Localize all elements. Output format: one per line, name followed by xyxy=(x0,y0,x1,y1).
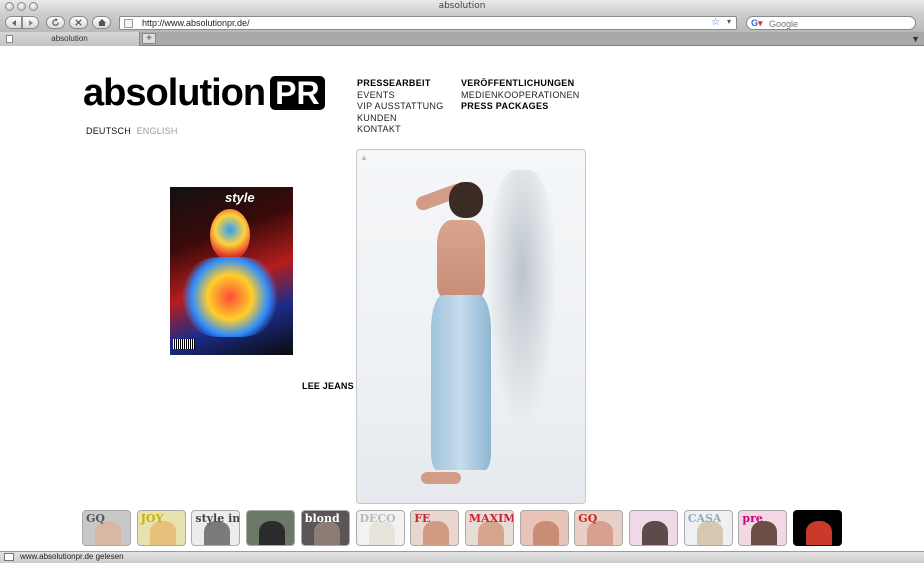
status-bar: www.absolutionpr.de gelesen xyxy=(0,551,924,563)
search-box[interactable]: G▾ xyxy=(746,16,916,30)
thumbnail-title: pre xyxy=(742,512,763,525)
nav-item-pressearbeit[interactable]: PRESSEARBEIT xyxy=(357,78,444,90)
thumbnail-title: CASA xyxy=(687,512,722,525)
logo-text: absolution xyxy=(83,72,266,114)
thumbnail-title: JOY xyxy=(140,512,164,525)
photo-shadow-graphic xyxy=(487,170,557,430)
page-icon xyxy=(124,19,133,28)
stop-icon xyxy=(75,19,82,26)
window-title: absolution xyxy=(438,1,486,11)
nav-item-press-packages[interactable]: PRESS PACKAGES xyxy=(461,101,580,113)
new-tab-button[interactable]: + xyxy=(142,33,156,44)
page-content: absolution PR DEUTSCH ENGLISH PRESSEARBE… xyxy=(0,47,924,551)
image-caption: LEE JEANS xyxy=(302,381,354,391)
thumbnail-figure xyxy=(259,521,286,545)
back-button[interactable] xyxy=(5,16,22,29)
arrow-right-icon xyxy=(28,19,33,26)
thumbnail-item[interactable] xyxy=(629,510,678,546)
thumbnail-figure xyxy=(532,521,559,545)
site-logo[interactable]: absolution PR xyxy=(83,72,325,114)
thumbnail-item[interactable]: JOY xyxy=(136,510,186,546)
thumbnail-title: MAXIM xyxy=(468,512,514,525)
nav-item-veroeffentlichungen[interactable]: VERÖFFENTLICHUNGEN xyxy=(461,78,580,90)
chevron-down-icon[interactable]: ▾ xyxy=(727,17,731,26)
thumbnail-item[interactable]: FE xyxy=(410,510,460,546)
google-icon: G▾ xyxy=(751,18,763,28)
search-input[interactable] xyxy=(769,18,909,29)
cover-pattern-graphic xyxy=(180,257,280,337)
thumbnail-item[interactable] xyxy=(793,510,843,546)
title-bar: absolution xyxy=(0,0,924,13)
nav-item-vip-ausstattung[interactable]: VIP AUSSTATTUNG xyxy=(357,101,444,113)
thumbnail-item[interactable]: style in progress xyxy=(191,510,241,546)
main-nav-right: VERÖFFENTLICHUNGEN MEDIENKOOPERATIONEN P… xyxy=(461,78,580,113)
thumbnail-item[interactable]: CASA xyxy=(683,510,733,546)
status-page-icon xyxy=(4,553,14,561)
thumbnail-item[interactable]: GQ xyxy=(574,510,624,546)
tab-bar: absolution + ▼ xyxy=(0,32,924,46)
nav-item-kunden[interactable]: KUNDEN xyxy=(357,113,444,125)
thumbnail-item[interactable]: DECO xyxy=(355,510,405,546)
nav-item-events[interactable]: EVENTS xyxy=(357,90,444,102)
tab-absolution[interactable]: absolution xyxy=(0,32,140,46)
nav-item-kontakt[interactable]: KONTAKT xyxy=(357,124,444,136)
thumbnail-item[interactable]: blond xyxy=(300,510,350,546)
thumbnail-item[interactable]: pre xyxy=(738,510,788,546)
home-button[interactable] xyxy=(92,16,111,29)
reload-button[interactable] xyxy=(46,16,65,29)
browser-toolbar: http://www.absolutionpr.de/ ☆ ▾ G▾ xyxy=(0,13,924,32)
thumbnail-title: GQ xyxy=(578,512,598,525)
thumbnail-item[interactable] xyxy=(519,510,569,546)
home-icon xyxy=(97,19,106,26)
thumbnail-item[interactable]: GQ xyxy=(82,510,131,546)
main-nav-left: PRESSEARBEIT EVENTS VIP AUSSTATTUNG KUND… xyxy=(357,78,444,136)
main-photo: ▲ xyxy=(356,149,586,504)
thumbnail-item[interactable] xyxy=(246,510,296,546)
language-german-link[interactable]: DEUTSCH xyxy=(86,126,131,136)
thumbnail-title: style in progress xyxy=(195,512,241,525)
browser-window: absolution http://www.absolutionpr.de/ ☆… xyxy=(0,0,924,563)
status-text: www.absolutionpr.de gelesen xyxy=(20,552,124,561)
thumbnail-figure xyxy=(642,521,668,545)
thumbnail-figure xyxy=(806,521,833,545)
address-bar[interactable]: http://www.absolutionpr.de/ ☆ ▾ xyxy=(119,16,737,30)
forward-button[interactable] xyxy=(22,16,39,29)
bookmark-star-icon[interactable]: ☆ xyxy=(711,17,720,28)
thumbnail-title: blond xyxy=(304,512,340,525)
photo-model-foot xyxy=(421,472,461,484)
tab-label: absolution xyxy=(51,34,88,43)
barcode-graphic xyxy=(173,339,195,349)
thumbnail-title: FE xyxy=(414,512,431,525)
tab-overflow-icon[interactable]: ▼ xyxy=(911,34,920,44)
nav-item-medienkooperationen[interactable]: MEDIENKOOPERATIONEN xyxy=(461,90,580,102)
photo-model-jeans xyxy=(431,295,491,470)
address-text[interactable]: http://www.absolutionpr.de/ xyxy=(142,18,250,28)
thumbnail-title: DECO xyxy=(359,512,396,525)
photo-corner-mark: ▲ xyxy=(360,153,368,162)
thumbnail-title: GQ xyxy=(86,512,105,525)
magazine-cover-image: style xyxy=(170,187,293,355)
stop-button[interactable] xyxy=(69,16,88,29)
photo-model-torso xyxy=(437,220,485,300)
language-english-link[interactable]: ENGLISH xyxy=(137,126,178,136)
cover-title: style xyxy=(225,190,255,205)
arrow-left-icon xyxy=(11,19,16,26)
logo-badge: PR xyxy=(270,76,325,110)
thumbnail-item[interactable]: MAXIM xyxy=(464,510,514,546)
language-switcher: DEUTSCH ENGLISH xyxy=(86,126,178,136)
cover-face-graphic xyxy=(210,209,250,261)
reload-icon xyxy=(52,18,59,26)
photo-model-head xyxy=(449,182,483,218)
